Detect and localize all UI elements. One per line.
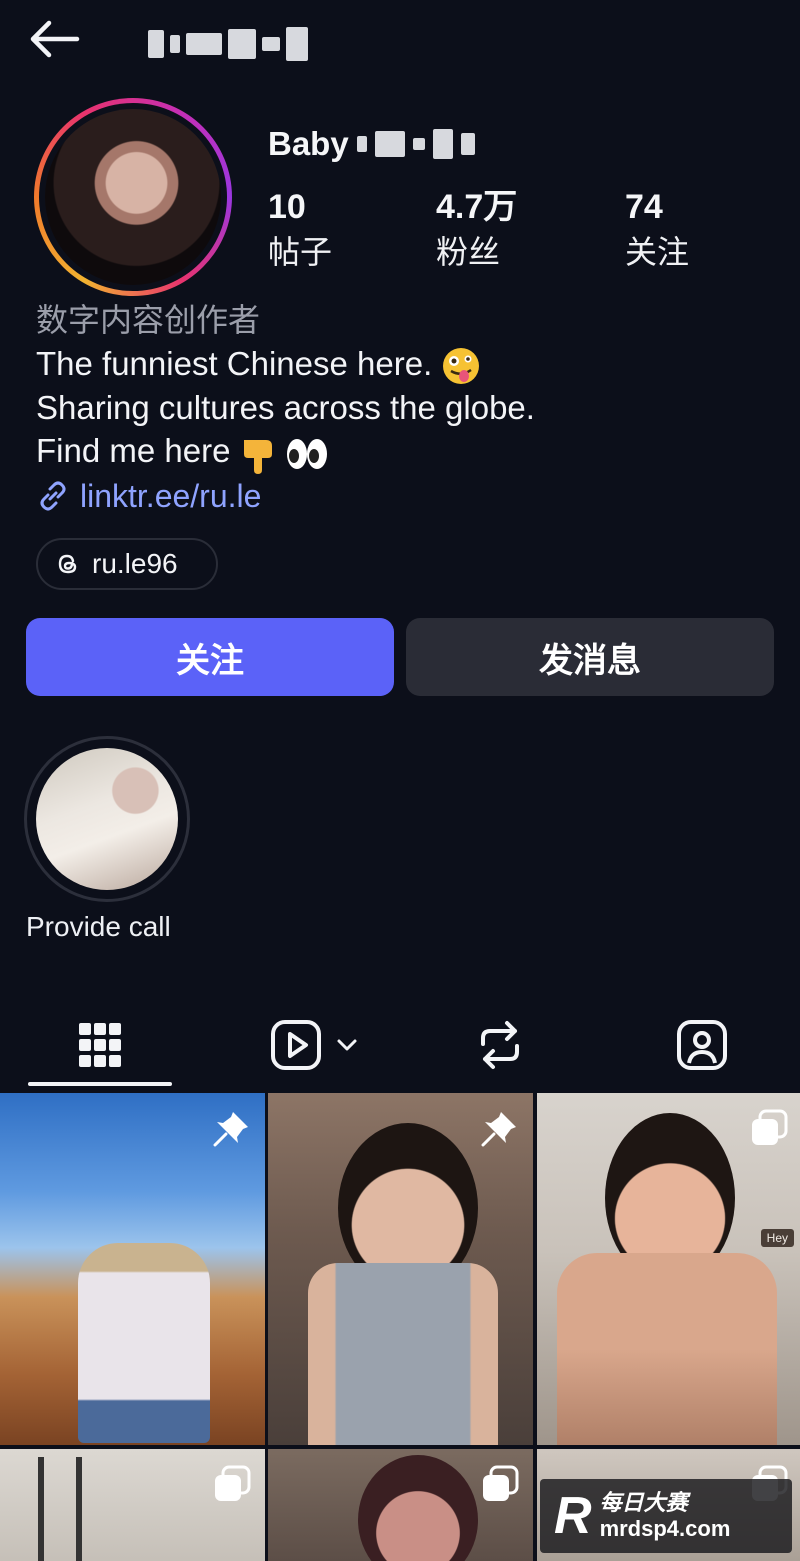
site-watermark: R 每日大赛 mrdsp4.com	[540, 1479, 792, 1553]
top-bar	[0, 0, 800, 80]
threads-handle: ru.le96	[92, 548, 178, 579]
stat-following-label: 关注	[625, 234, 690, 270]
stat-followers[interactable]: 4.7万 粉丝	[436, 184, 517, 274]
tab-grid[interactable]	[28, 1000, 172, 1090]
profile-bio: The funniest Chinese here. Sharing cultu…	[36, 342, 535, 474]
post-subject	[78, 1243, 210, 1443]
profile-category: 数字内容创作者	[36, 302, 261, 338]
stat-posts[interactable]: 10 帖子	[268, 184, 332, 274]
profile-link-text: linktr.ee/ru.le	[80, 477, 262, 514]
pin-icon	[213, 1112, 248, 1147]
tab-reels[interactable]	[250, 1000, 380, 1090]
profile-tabs	[0, 1000, 800, 1090]
stat-posts-value: 10	[268, 188, 306, 226]
reels-icon	[271, 1020, 321, 1070]
post-thumbnail[interactable]	[268, 1449, 533, 1561]
chevron-down-icon	[337, 1039, 357, 1051]
username-redacted	[148, 20, 314, 68]
stat-following-value: 74	[625, 188, 663, 226]
post-thumbnail[interactable]	[268, 1093, 533, 1445]
tab-reposts[interactable]	[440, 1000, 560, 1090]
link-icon	[40, 481, 66, 511]
pin-icon	[481, 1112, 516, 1147]
carousel-icon	[752, 1109, 788, 1145]
highlight-label: Provide call	[26, 911, 171, 942]
active-tab-indicator	[28, 1082, 172, 1086]
name-redacted	[356, 129, 475, 159]
zany-face-icon	[443, 348, 480, 385]
profile-name-text: Baby	[268, 125, 349, 162]
back-button[interactable]	[26, 14, 82, 64]
carousel-icon	[215, 1465, 251, 1501]
eyes-icon	[286, 438, 327, 469]
repost-icon	[481, 1021, 519, 1069]
profile-name: Baby	[268, 122, 475, 166]
post-subject	[358, 1455, 478, 1561]
bio-line-3: Find me here	[36, 432, 231, 470]
profile-link[interactable]: linktr.ee/ru.le	[36, 474, 261, 518]
arrow-left-icon	[30, 20, 80, 58]
threads-badge[interactable]: ru.le96	[36, 538, 218, 590]
avatar-photo	[45, 109, 221, 285]
carousel-icon	[483, 1465, 519, 1501]
bio-line-2: Sharing cultures across the globe.	[36, 389, 535, 427]
tab-tagged[interactable]	[640, 1000, 764, 1090]
profile-avatar[interactable]	[34, 98, 232, 296]
stat-posts-label: 帖子	[268, 234, 333, 270]
threads-icon	[58, 554, 77, 574]
follow-button[interactable]: 关注	[26, 618, 394, 696]
bio-line-1: The funniest Chinese here.	[36, 345, 433, 382]
watermark-logo: R	[554, 1487, 592, 1545]
post-thumbnail[interactable]	[0, 1093, 265, 1445]
post-subject-body	[308, 1263, 498, 1445]
stat-followers-label: 粉丝	[436, 234, 501, 270]
message-button[interactable]: 发消息	[406, 618, 774, 696]
highlight-cover	[36, 748, 178, 890]
story-highlight[interactable]	[24, 736, 190, 902]
grid-icon	[79, 1023, 121, 1067]
watermark-cn: 每日大赛	[599, 1490, 688, 1515]
stat-following[interactable]: 74 关注	[625, 184, 689, 274]
post-badge: Hey	[760, 1229, 794, 1247]
post-subject-body	[557, 1253, 777, 1445]
post-detail	[76, 1457, 82, 1561]
post-thumbnail[interactable]	[0, 1449, 265, 1561]
stat-followers-value: 4.7万	[436, 188, 518, 226]
watermark-site: mrdsp4.com	[599, 1516, 731, 1541]
tagged-person-icon	[677, 1020, 727, 1070]
post-detail	[38, 1457, 44, 1561]
pointing-down-icon	[243, 439, 272, 474]
post-thumbnail[interactable]: Hey	[537, 1093, 800, 1445]
